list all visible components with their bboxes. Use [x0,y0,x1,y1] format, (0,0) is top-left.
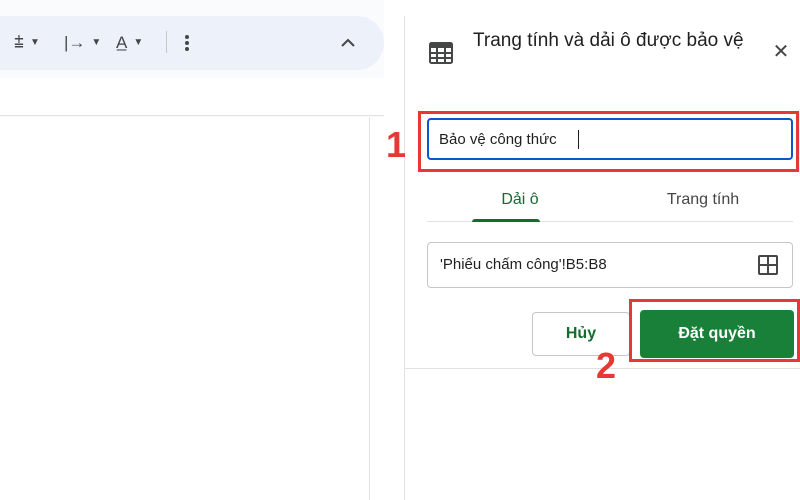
chevron-up-icon [341,38,355,47]
text-rotation-button[interactable]: A̲ ▼ [116,29,143,57]
toolbar-separator [166,31,167,53]
toolbar: ⩲ ▼ |→ ▼ A̲ ▼ [0,16,384,70]
more-options-button[interactable] [184,29,190,57]
step-2-label: 2 [596,345,617,386]
tab-sheet[interactable]: Trang tính [613,180,793,222]
spreadsheet-area: ⩲ ▼ |→ ▼ A̲ ▼ [0,0,384,500]
grid-select-icon[interactable] [758,255,778,275]
close-icon[interactable]: ✕ [769,40,793,64]
text-wrap-icon: |→ [64,33,86,52]
chevron-down-icon: ▼ [91,37,102,48]
sheet-grid[interactable] [0,117,384,500]
grid-divider [369,117,370,500]
vertical-align-icon: ⩲ [14,33,24,52]
active-tab-indicator [472,219,540,222]
formula-bar[interactable] [0,78,384,116]
range-value: 'Phiếu chấm công'!B5:B8 [440,256,607,273]
more-vert-icon [185,35,189,51]
step-1-label: 1 [386,124,407,165]
protected-ranges-panel: Trang tính và dải ô được bảo vệ ✕ Dải ô … [404,16,800,500]
panel-title: Trang tính và dải ô được bảo vệ [473,30,744,51]
chevron-down-icon: ▼ [29,37,40,48]
tab-range[interactable]: Dải ô [427,180,613,222]
text-wrap-button[interactable]: |→ ▼ [64,29,101,57]
collapse-toolbar-button[interactable] [340,29,356,57]
table-icon [429,42,453,64]
range-field[interactable]: 'Phiếu chấm công'!B5:B8 [427,242,793,288]
text-rotation-icon: A̲ [116,33,128,52]
highlight-box-step-1 [418,111,799,172]
chevron-down-icon: ▼ [133,37,144,48]
protection-tabs: Dải ô Trang tính [427,180,793,222]
highlight-box-step-2 [629,299,800,362]
vertical-align-button[interactable]: ⩲ ▼ [14,29,40,57]
